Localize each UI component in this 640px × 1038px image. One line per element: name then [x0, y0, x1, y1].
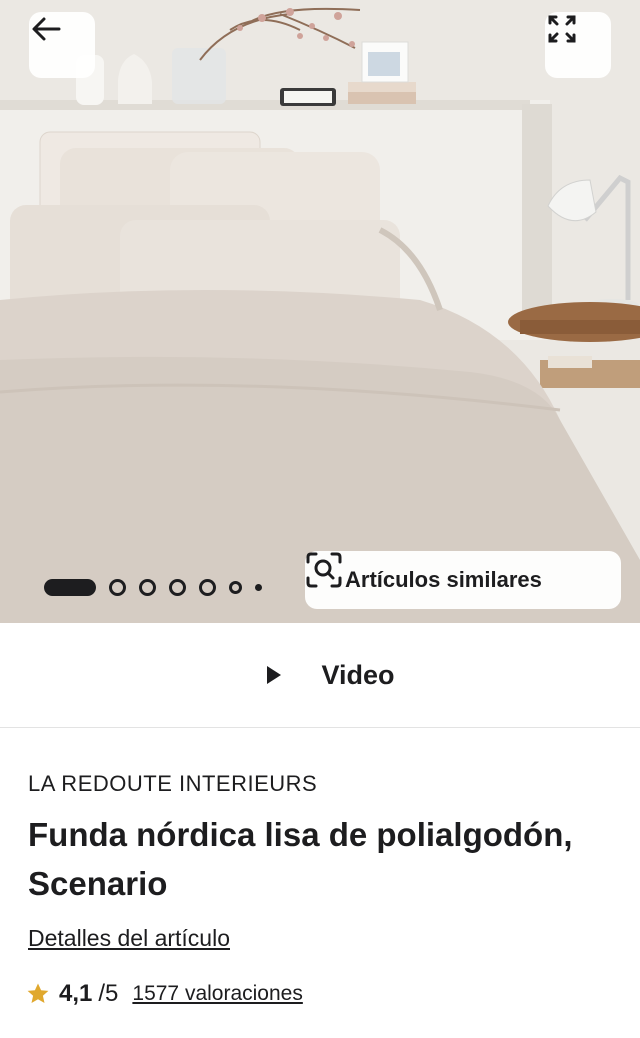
pagination-dot-active[interactable]: [44, 578, 96, 596]
rating-max: /5: [98, 980, 119, 1007]
back-button[interactable]: [29, 12, 95, 78]
pagination-dot[interactable]: [169, 578, 186, 596]
video-label: Video: [321, 659, 395, 690]
pagination-dot[interactable]: [229, 580, 242, 594]
similar-items-label: Artículos similares: [345, 567, 542, 592]
gallery-pagination: [44, 578, 275, 596]
expand-icon: [548, 15, 576, 43]
product-rating[interactable]: 4,1 /5 1577 valoraciones: [26, 978, 303, 1010]
rating-value: 4,1: [59, 980, 93, 1007]
similar-items-button[interactable]: Artículos similares: [305, 551, 621, 609]
arrow-left-icon: [32, 17, 61, 41]
pagination-dot[interactable]: [139, 578, 156, 596]
reviews-count-link[interactable]: 1577 valoraciones: [132, 982, 302, 1006]
product-details-link[interactable]: Detalles del artículo: [28, 925, 230, 952]
fullscreen-button[interactable]: [545, 12, 611, 78]
product-image-gallery[interactable]: Artículos similares: [0, 0, 640, 623]
product-brand[interactable]: LA REDOUTE INTERIEURS: [28, 771, 317, 797]
star-icon: [27, 983, 49, 1003]
pagination-dot[interactable]: [109, 578, 126, 596]
pagination-dot[interactable]: [255, 583, 262, 591]
product-photo: [0, 0, 640, 623]
video-button[interactable]: Video: [0, 623, 640, 728]
pagination-dot[interactable]: [199, 578, 216, 596]
play-icon: [267, 666, 282, 684]
product-title: Funda nórdica lisa de polialgodón, Scena…: [28, 816, 573, 902]
visual-search-icon: [306, 552, 342, 588]
